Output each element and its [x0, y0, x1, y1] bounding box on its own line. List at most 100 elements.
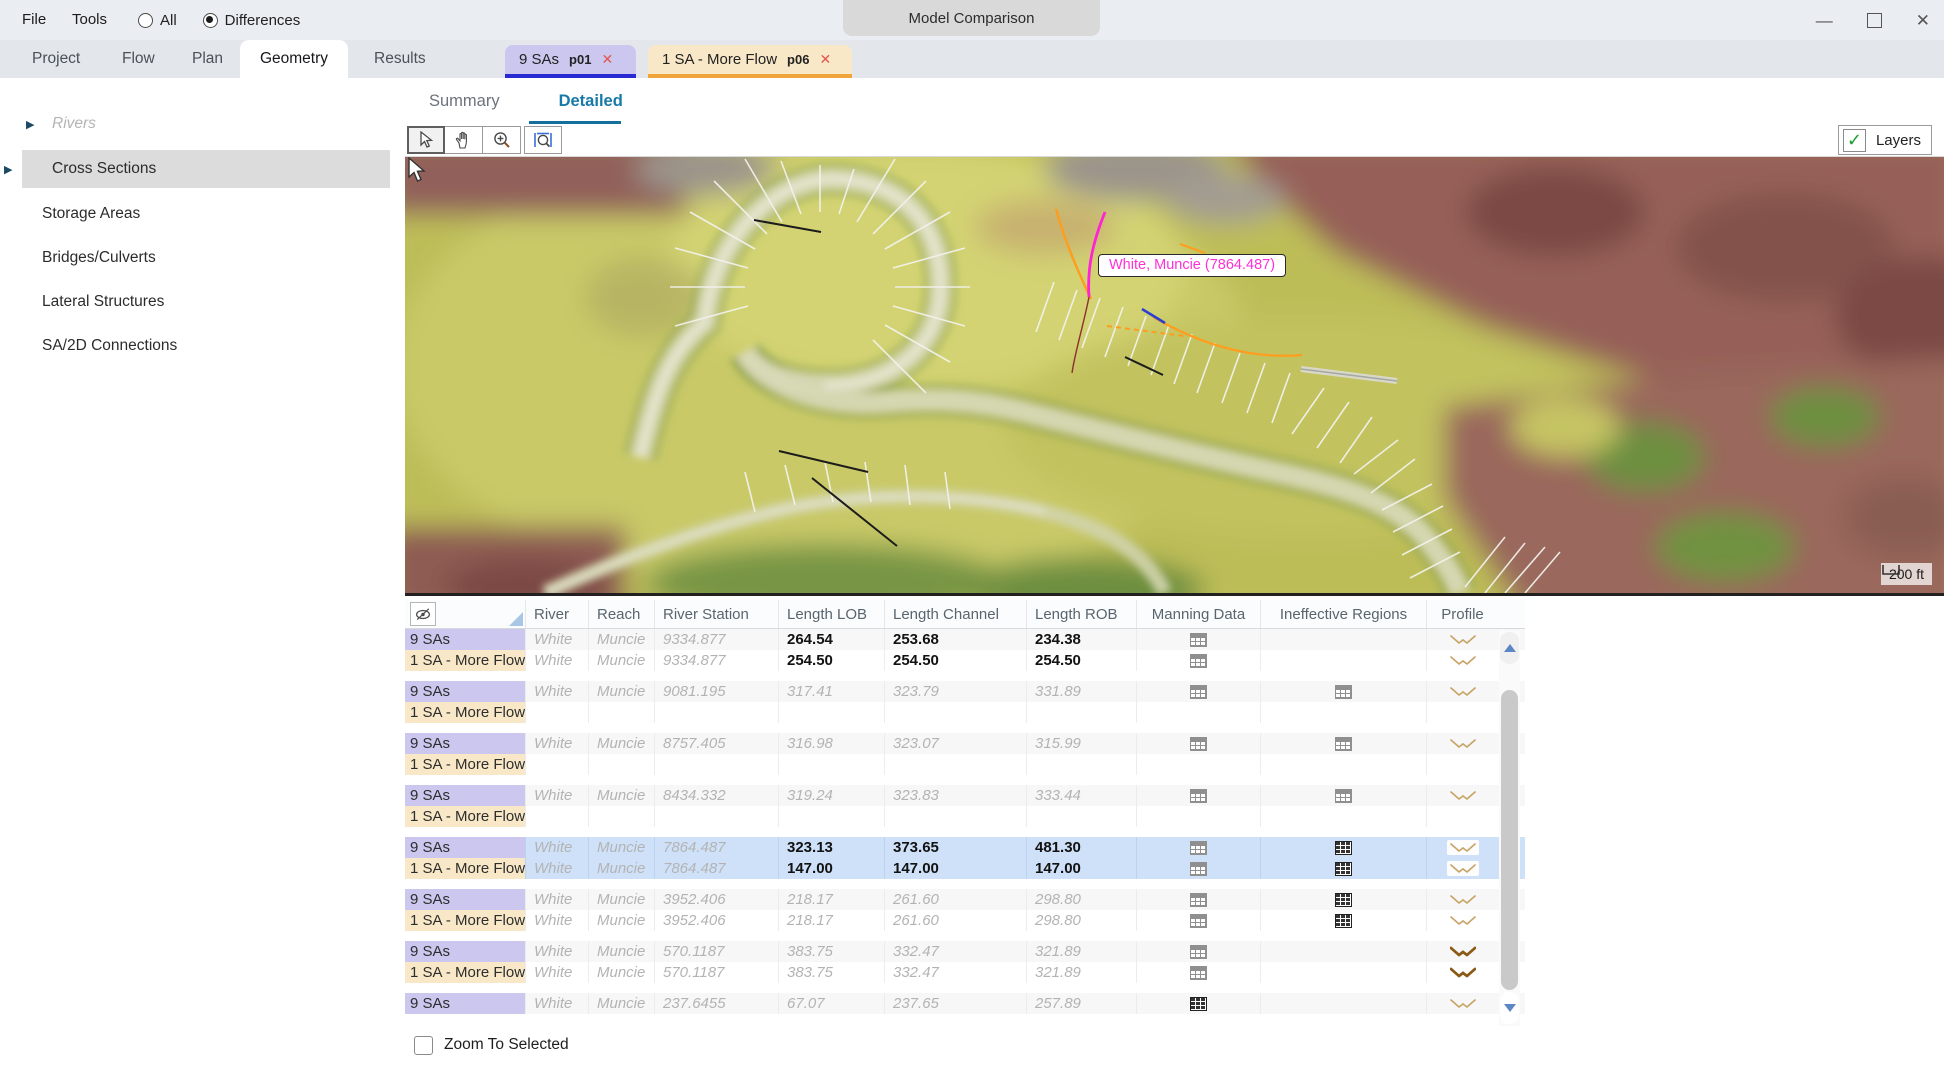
layers-button[interactable]: ✓ Layers: [1838, 125, 1932, 155]
plan-cell[interactable]: 9 SAs: [405, 733, 526, 754]
select-cursor-button[interactable]: [407, 126, 445, 154]
manning-grid-icon[interactable]: [1190, 685, 1207, 699]
manning-data-cell[interactable]: [1137, 993, 1261, 1014]
table-row[interactable]: 9 SAs White Muncie 237.6455 67.07 237.65…: [405, 993, 1525, 1014]
ineffective-grid-icon[interactable]: [1335, 914, 1352, 928]
sidebar-item-lateral-structures[interactable]: Lateral Structures: [0, 283, 390, 321]
plan-cell[interactable]: 1 SA - More Flow: [405, 910, 526, 931]
table-row[interactable]: 9 SAs White Muncie 8757.405 316.98 323.0…: [405, 733, 1525, 754]
profile-cell[interactable]: [1427, 993, 1498, 1014]
plan-cell[interactable]: 1 SA - More Flow: [405, 702, 526, 723]
ineffective-regions-cell[interactable]: [1261, 650, 1427, 671]
profile-chevron-icon[interactable]: [1450, 946, 1476, 957]
scrollbar-thumb[interactable]: [1501, 690, 1518, 990]
tab-detailed[interactable]: Detailed: [557, 88, 625, 124]
layers-checkbox[interactable]: ✓: [1843, 129, 1866, 152]
profile-chevron-icon[interactable]: [1450, 655, 1476, 666]
tab-plan[interactable]: Plan: [178, 40, 237, 78]
manning-grid-icon[interactable]: [1190, 945, 1207, 959]
terrain-map[interactable]: White, Muncie (7864.487) 200 ft: [405, 157, 1944, 596]
ineffective-grid-icon[interactable]: [1335, 737, 1352, 751]
table-row[interactable]: 1 SA - More Flow White Muncie 570.1187 3…: [405, 962, 1525, 983]
table-row[interactable]: 9 SAs White Muncie 7864.487 323.13 373.6…: [405, 837, 1525, 858]
ineffective-regions-cell[interactable]: [1261, 754, 1427, 775]
manning-data-cell[interactable]: [1137, 806, 1261, 827]
manning-data-cell[interactable]: [1137, 629, 1261, 650]
plan-cell[interactable]: 9 SAs: [405, 837, 526, 858]
radio-differences[interactable]: Differences: [203, 12, 301, 29]
header-river-station[interactable]: River Station: [655, 600, 779, 628]
profile-chevron-icon[interactable]: [1450, 998, 1476, 1009]
ineffective-regions-cell[interactable]: [1261, 806, 1427, 827]
ineffective-regions-cell[interactable]: [1261, 681, 1427, 702]
manning-data-cell[interactable]: [1137, 910, 1261, 931]
profile-cell[interactable]: [1427, 837, 1498, 858]
scroll-down-button[interactable]: [1500, 992, 1519, 1024]
profile-cell[interactable]: [1427, 754, 1498, 775]
profile-cell[interactable]: [1427, 702, 1498, 723]
header-river[interactable]: River: [526, 600, 589, 628]
plan-cell[interactable]: 9 SAs: [405, 889, 526, 910]
header-ineffective-regions[interactable]: Ineffective Regions: [1261, 600, 1427, 628]
plan-cell[interactable]: 9 SAs: [405, 629, 526, 650]
profile-cell[interactable]: [1427, 806, 1498, 827]
manning-data-cell[interactable]: [1137, 681, 1261, 702]
profile-chevron-icon[interactable]: [1450, 686, 1476, 697]
ineffective-regions-cell[interactable]: [1261, 889, 1427, 910]
ineffective-regions-cell[interactable]: [1261, 629, 1427, 650]
header-length-channel[interactable]: Length Channel: [885, 600, 1027, 628]
tab-summary[interactable]: Summary: [427, 88, 502, 124]
sidebar-item-cross-sections[interactable]: ▶ Cross Sections: [22, 150, 390, 188]
close-icon[interactable]: ✕: [1916, 12, 1930, 29]
maximize-icon[interactable]: [1867, 13, 1882, 28]
zoom-window-button[interactable]: [524, 126, 562, 154]
plan-column-header[interactable]: [405, 600, 526, 628]
table-row[interactable]: 1 SA - More Flow White Muncie 9334.877 2…: [405, 650, 1525, 671]
manning-grid-icon[interactable]: [1190, 841, 1207, 855]
manning-grid-icon[interactable]: [1190, 737, 1207, 751]
plan-cell[interactable]: 9 SAs: [405, 681, 526, 702]
profile-cell[interactable]: [1427, 681, 1498, 702]
table-row[interactable]: 1 SA - More Flow White Muncie 3952.406 2…: [405, 910, 1525, 931]
expand-triangle-icon[interactable]: ▶: [4, 163, 12, 176]
table-row[interactable]: 9 SAs White Muncie 570.1187 383.75 332.4…: [405, 941, 1525, 962]
ineffective-grid-icon[interactable]: [1335, 841, 1352, 855]
manning-grid-icon[interactable]: [1190, 654, 1207, 668]
table-row[interactable]: 1 SA - More Flow: [405, 754, 1525, 775]
table-row[interactable]: 9 SAs White Muncie 9334.877 264.54 253.6…: [405, 629, 1525, 650]
radio-all-dot[interactable]: [138, 13, 153, 28]
sidebar-item-storage-areas[interactable]: Storage Areas: [0, 195, 390, 233]
manning-data-cell[interactable]: [1137, 941, 1261, 962]
profile-cell[interactable]: [1427, 733, 1498, 754]
manning-data-cell[interactable]: [1137, 962, 1261, 983]
profile-chevron-icon[interactable]: [1450, 915, 1476, 926]
header-length-lob[interactable]: Length LOB: [779, 600, 885, 628]
plan-cell[interactable]: 1 SA - More Flow: [405, 754, 526, 775]
zoom-in-button[interactable]: [483, 126, 521, 154]
table-row[interactable]: 9 SAs White Muncie 3952.406 218.17 261.6…: [405, 889, 1525, 910]
pan-hand-button[interactable]: [445, 126, 483, 154]
ineffective-grid-icon[interactable]: [1335, 685, 1352, 699]
plan-cell[interactable]: 1 SA - More Flow: [405, 962, 526, 983]
tab-geometry[interactable]: Geometry: [240, 40, 348, 78]
sidebar-item-sa2d-connections[interactable]: SA/2D Connections: [0, 327, 390, 365]
menu-tools[interactable]: Tools: [62, 0, 117, 40]
manning-grid-icon[interactable]: [1190, 633, 1207, 647]
manning-grid-icon[interactable]: [1190, 966, 1207, 980]
plan-cell[interactable]: 1 SA - More Flow: [405, 858, 526, 879]
manning-grid-icon[interactable]: [1190, 997, 1207, 1011]
scroll-up-button[interactable]: [1500, 632, 1519, 664]
ineffective-regions-cell[interactable]: [1261, 837, 1427, 858]
header-manning-data[interactable]: Manning Data: [1137, 600, 1261, 628]
manning-data-cell[interactable]: [1137, 702, 1261, 723]
manning-data-cell[interactable]: [1137, 889, 1261, 910]
tab-results[interactable]: Results: [360, 40, 440, 78]
manning-data-cell[interactable]: [1137, 650, 1261, 671]
manning-grid-icon[interactable]: [1190, 893, 1207, 907]
ineffective-regions-cell[interactable]: [1261, 733, 1427, 754]
manning-grid-icon[interactable]: [1190, 862, 1207, 876]
ineffective-regions-cell[interactable]: [1261, 858, 1427, 879]
table-row[interactable]: 9 SAs White Muncie 8434.332 319.24 323.8…: [405, 785, 1525, 806]
manning-data-cell[interactable]: [1137, 858, 1261, 879]
minimize-icon[interactable]: —: [1816, 12, 1833, 29]
